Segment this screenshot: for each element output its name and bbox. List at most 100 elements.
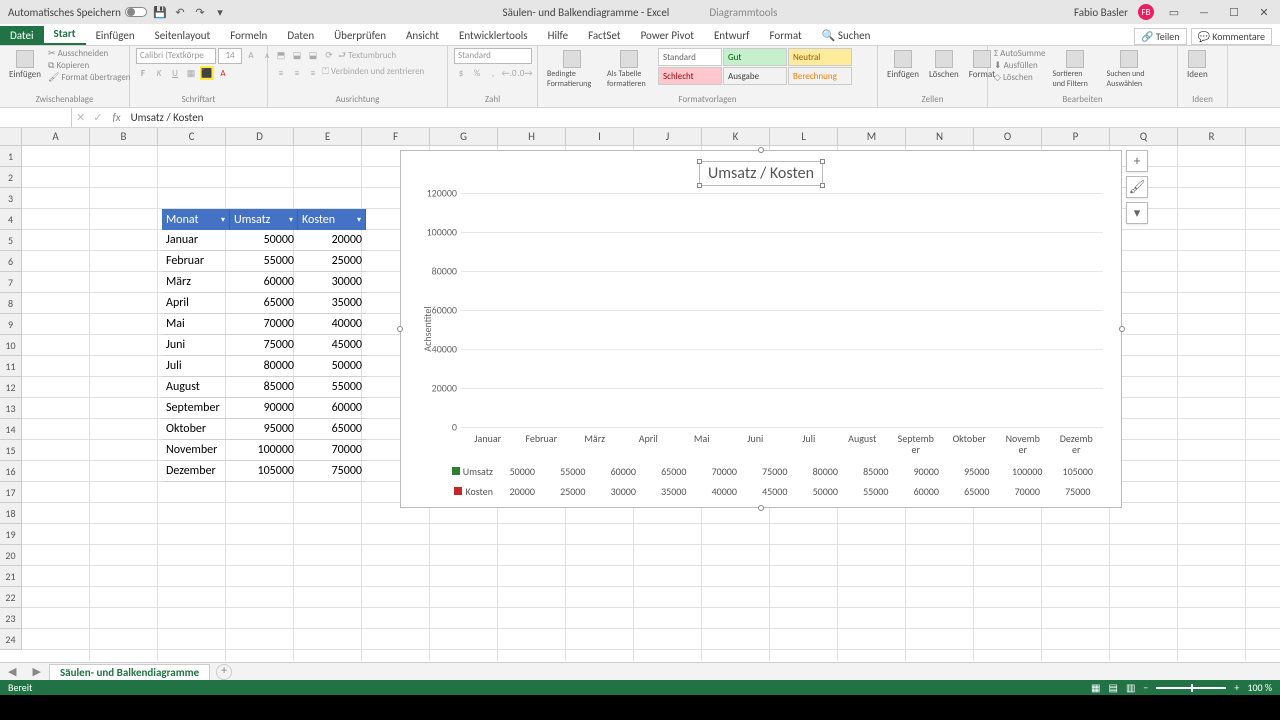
autosave-toggle[interactable]: Automatisches Speichern xyxy=(8,6,147,19)
increase-decimal-icon[interactable]: ←.0 xyxy=(502,66,516,80)
row-header[interactable]: 11 xyxy=(0,356,22,377)
save-icon[interactable]: 💾 xyxy=(153,5,167,19)
x-tick-label[interactable]: Juli xyxy=(782,433,836,455)
data-table[interactable]: Monat▾ Umsatz▾ Kosten▾ Januar5000020000F… xyxy=(162,209,366,482)
x-tick-label[interactable]: Oktober xyxy=(943,433,997,455)
row-header[interactable]: 14 xyxy=(0,419,22,440)
header-umsatz[interactable]: Umsatz▾ xyxy=(230,209,298,230)
align-bottom-icon[interactable]: ⬓ xyxy=(306,48,320,62)
title-handle[interactable] xyxy=(697,159,702,164)
x-tick-label[interactable]: Juni xyxy=(729,433,783,455)
redo-icon[interactable]: ↷ xyxy=(193,5,207,19)
tab-insert[interactable]: Einfügen xyxy=(86,26,145,45)
underline-button[interactable]: U xyxy=(168,66,182,80)
table-row[interactable]: Februar5500025000 xyxy=(162,251,366,272)
number-format-select[interactable]: Standard xyxy=(454,48,532,64)
row-header[interactable]: 10 xyxy=(0,335,22,356)
worksheet-grid[interactable]: ABCDEFGHIJKLMNOPQR 123456789101112131415… xyxy=(0,128,1280,661)
user-avatar[interactable]: FB xyxy=(1138,4,1154,20)
percent-icon[interactable]: % xyxy=(470,66,484,80)
legend-kosten[interactable]: Kosten xyxy=(439,485,497,498)
x-tick-label[interactable]: Mai xyxy=(675,433,729,455)
column-headers[interactable]: ABCDEFGHIJKLMNOPQR xyxy=(22,128,1280,146)
title-handle[interactable] xyxy=(820,159,825,164)
tab-developer[interactable]: Entwicklertools xyxy=(449,26,538,45)
table-row[interactable]: Januar5000020000 xyxy=(162,230,366,251)
header-kosten[interactable]: Kosten▾ xyxy=(298,209,366,230)
col-header[interactable]: N xyxy=(906,128,974,145)
comma-icon[interactable]: , xyxy=(486,66,500,80)
resize-handle[interactable] xyxy=(758,147,764,153)
row-header[interactable]: 9 xyxy=(0,314,22,335)
table-row[interactable]: April6500035000 xyxy=(162,293,366,314)
table-row[interactable]: Dezember10500075000 xyxy=(162,461,366,482)
insert-cells-button[interactable]: Einfügen xyxy=(884,48,922,82)
style-schlecht[interactable]: Schlecht xyxy=(658,67,722,85)
col-header[interactable]: C xyxy=(158,128,226,145)
find-select-button[interactable]: Suchen und Auswählen xyxy=(1104,48,1154,91)
x-tick-label[interactable]: September xyxy=(889,433,943,455)
style-gut[interactable]: Gut xyxy=(723,48,787,66)
view-normal-icon[interactable]: ▦ xyxy=(1091,681,1100,694)
search-box[interactable]: 🔍 Suchen xyxy=(812,26,881,45)
col-header[interactable]: M xyxy=(838,128,906,145)
tab-pagelayout[interactable]: Seitenlayout xyxy=(145,26,221,45)
x-tick-label[interactable]: Januar xyxy=(461,433,515,455)
close-icon[interactable]: ✕ xyxy=(1254,6,1274,19)
row-header[interactable]: 12 xyxy=(0,377,22,398)
row-header[interactable]: 19 xyxy=(0,524,22,545)
minimize-icon[interactable]: — xyxy=(1194,6,1214,19)
decrease-decimal-icon[interactable]: .0→ xyxy=(518,66,532,80)
clear-button[interactable]: ◇ Löschen xyxy=(994,72,1046,83)
cancel-formula-icon[interactable]: ✕ xyxy=(72,111,89,124)
table-row[interactable]: September9000060000 xyxy=(162,398,366,419)
tab-powerpivot[interactable]: Power Pivot xyxy=(631,26,704,45)
row-header[interactable]: 23 xyxy=(0,608,22,629)
autosum-button[interactable]: Σ AutoSumme xyxy=(994,48,1046,59)
maximize-icon[interactable]: ☐ xyxy=(1224,6,1244,19)
table-row[interactable]: Juli8000050000 xyxy=(162,356,366,377)
col-header[interactable]: K xyxy=(702,128,770,145)
resize-handle[interactable] xyxy=(758,505,764,511)
col-header[interactable]: R xyxy=(1178,128,1246,145)
table-row[interactable]: August8500055000 xyxy=(162,377,366,398)
col-header[interactable]: I xyxy=(566,128,634,145)
view-pagelayout-icon[interactable]: ▤ xyxy=(1109,681,1118,694)
row-header[interactable]: 2 xyxy=(0,167,22,188)
tab-view[interactable]: Ansicht xyxy=(396,26,449,45)
row-header[interactable]: 21 xyxy=(0,566,22,587)
ideas-button[interactable]: Ideen xyxy=(1184,48,1211,82)
ribbon-options-icon[interactable]: ▭ xyxy=(1164,6,1184,19)
chart-elements-button[interactable]: + xyxy=(1126,150,1148,172)
col-header[interactable]: H xyxy=(498,128,566,145)
filter-icon[interactable]: ▾ xyxy=(289,215,293,225)
x-tick-label[interactable]: Februar xyxy=(515,433,569,455)
style-neutral[interactable]: Neutral xyxy=(788,48,852,66)
align-top-icon[interactable]: ⬒ xyxy=(274,48,288,62)
filter-icon[interactable]: ▾ xyxy=(221,215,225,225)
zoom-level[interactable]: 100 % xyxy=(1247,681,1272,694)
tab-formulas[interactable]: Formeln xyxy=(220,26,277,45)
row-header[interactable]: 24 xyxy=(0,629,22,650)
view-pagebreak-icon[interactable]: ▥ xyxy=(1126,681,1135,694)
increase-font-icon[interactable]: A xyxy=(244,48,258,62)
format-painter-button[interactable]: 🖌 Format übertragen xyxy=(48,72,131,83)
orientation-icon[interactable]: ⟳ xyxy=(322,48,336,62)
fill-button[interactable]: ⬇ Ausfüllen xyxy=(994,60,1046,71)
tab-factset[interactable]: FactSet xyxy=(578,26,631,45)
resize-handle[interactable] xyxy=(397,326,403,332)
tab-start[interactable]: Start xyxy=(44,24,86,45)
col-header[interactable]: F xyxy=(362,128,430,145)
chart-filters-button[interactable]: ▾ xyxy=(1126,202,1148,224)
x-tick-label[interactable]: März xyxy=(568,433,622,455)
legend-umsatz[interactable]: Umsatz xyxy=(439,465,497,478)
tab-review[interactable]: Überprüfen xyxy=(324,26,396,45)
row-header[interactable]: 20 xyxy=(0,545,22,566)
row-header[interactable]: 3 xyxy=(0,188,22,209)
col-header[interactable]: J xyxy=(634,128,702,145)
align-center-icon[interactable]: ≡ xyxy=(290,66,304,80)
col-header[interactable]: B xyxy=(90,128,158,145)
sheet-nav-next-icon[interactable]: ▶ xyxy=(24,665,48,678)
style-standard[interactable]: Standard xyxy=(658,48,722,66)
sheet-nav-prev-icon[interactable]: ◀ xyxy=(0,665,24,678)
